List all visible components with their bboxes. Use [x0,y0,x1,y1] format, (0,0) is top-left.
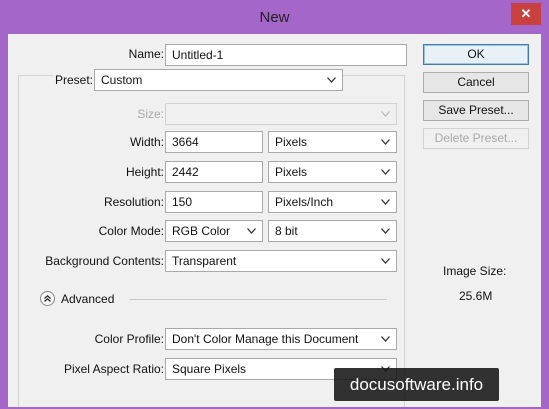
width-unit-dropdown[interactable]: Pixels [268,131,397,153]
window-title: New [259,9,290,26]
chevron-down-icon [381,162,390,182]
chevron-down-icon [247,221,256,241]
chevron-down-icon [381,329,390,349]
chevron-down-icon [381,192,390,212]
name-label: Name: [128,47,164,61]
bit-depth-value: 8 bit [275,224,298,238]
width-label: Width: [129,135,164,149]
resolution-label: Resolution: [103,195,164,209]
name-input[interactable] [165,44,407,66]
width-input[interactable] [165,131,263,153]
advanced-toggle-button[interactable] [40,291,55,306]
window-title-bar: New ✕ [0,0,549,34]
pixel-aspect-ratio-value: Square Pixels [172,362,247,376]
chevron-down-icon [381,251,390,271]
image-size-value: 25.6M [459,289,493,303]
chevron-down-icon [327,70,336,90]
cancel-button[interactable]: Cancel [423,72,529,93]
color-mode-dropdown[interactable]: RGB Color [165,220,263,242]
width-unit-value: Pixels [275,135,308,149]
size-dropdown[interactable] [165,103,397,125]
watermark-badge: docusoftware.info [334,368,499,401]
delete-preset-button[interactable]: Delete Preset... [423,128,529,149]
color-profile-label: Color Profile: [94,332,164,346]
preset-value: Custom [101,73,143,87]
height-unit-dropdown[interactable]: Pixels [268,161,397,183]
chevron-down-icon [381,132,390,152]
pixel-aspect-ratio-label: Pixel Aspect Ratio: [63,362,164,376]
color-profile-value: Don't Color Manage this Document [172,332,359,346]
image-size-label: Image Size: [443,264,507,278]
chevron-down-icon [381,221,390,241]
color-mode-label: Color Mode: [98,224,164,238]
background-contents-value: Transparent [172,254,237,268]
color-profile-dropdown[interactable]: Don't Color Manage this Document [165,328,397,350]
collapse-up-icon [44,294,51,302]
resolution-unit-dropdown[interactable]: Pixels/Inch [268,191,397,213]
preset-label: Preset: [53,73,96,87]
height-label: Height: [125,165,164,179]
close-icon: ✕ [520,6,532,21]
save-preset-button[interactable]: Save Preset... [423,100,529,121]
preset-dropdown[interactable]: Custom [94,69,343,91]
background-contents-dropdown[interactable]: Transparent [165,250,397,272]
height-unit-value: Pixels [275,165,308,179]
new-document-dialog: Name: Preset: Custom Size: Width: Pixels… [8,34,541,407]
resolution-input[interactable] [165,191,263,213]
size-label: Size: [137,107,164,121]
color-mode-value: RGB Color [172,224,231,238]
close-button[interactable]: ✕ [511,3,541,25]
ok-button[interactable]: OK [423,44,529,65]
resolution-unit-value: Pixels/Inch [275,195,334,209]
advanced-divider [130,299,387,300]
height-input[interactable] [165,161,263,183]
bit-depth-dropdown[interactable]: 8 bit [268,220,397,242]
advanced-label: Advanced [61,292,115,306]
background-contents-label: Background Contents: [45,254,164,268]
chevron-down-icon [381,104,390,124]
